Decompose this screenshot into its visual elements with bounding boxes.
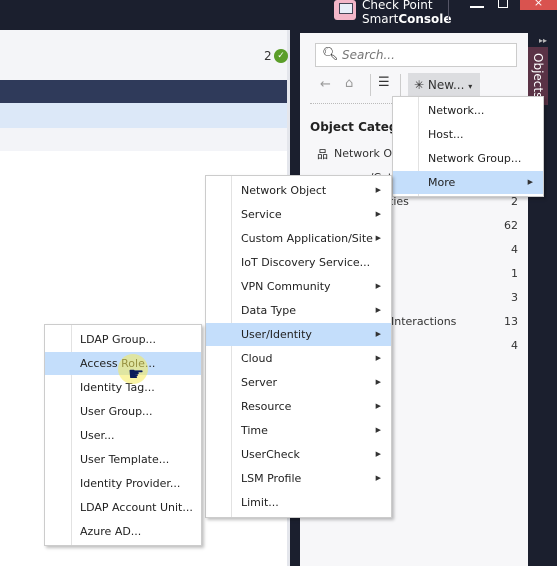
- menu-item[interactable]: Server ▶: [206, 371, 391, 394]
- menu-item[interactable]: Service ▶: [206, 203, 391, 226]
- menu-item[interactable]: Network...: [393, 99, 543, 122]
- divider: [448, 0, 449, 22]
- category-label: Interactions: [391, 315, 457, 328]
- menu-item[interactable]: IoT Discovery Service...: [206, 251, 391, 274]
- menu-item[interactable]: Azure AD...: [45, 520, 201, 543]
- checkpoint-logo-icon: [334, 0, 356, 20]
- restore-button[interactable]: [498, 0, 508, 8]
- category-count: 3: [511, 291, 518, 304]
- new-menu: Network... Host... Network Group... More ▶: [392, 96, 544, 197]
- menu-item[interactable]: UserCheck ▶: [206, 443, 391, 466]
- search-icon: 🔍︎: [322, 47, 339, 62]
- menu-item[interactable]: Network Group...: [393, 147, 543, 170]
- back-arrow-icon[interactable]: ←: [320, 77, 331, 92]
- table-row[interactable]: [0, 128, 287, 151]
- menu-item[interactable]: Network Object ▶: [206, 179, 391, 202]
- status-count: 2: [264, 49, 272, 63]
- menu-item[interactable]: Time ▶: [206, 419, 391, 442]
- submenu-arrow-icon: ▶: [375, 234, 381, 242]
- submenu-arrow-icon: ▶: [375, 330, 381, 338]
- menu-item[interactable]: User/Identity ▶: [206, 323, 391, 346]
- menu-item[interactable]: Custom Application/Site ▶: [206, 227, 391, 250]
- main-toolbar: 2 ✓: [0, 30, 288, 80]
- submenu-arrow-icon: ▶: [375, 474, 381, 482]
- submenu-arrow-icon: ▶: [375, 210, 381, 218]
- menu-item[interactable]: LDAP Group...: [45, 328, 201, 351]
- menu-item[interactable]: User...: [45, 424, 201, 447]
- menu-item[interactable]: LSM Profile ▶: [206, 467, 391, 490]
- hand-cursor-icon: ☛: [128, 364, 145, 385]
- category-count: 4: [511, 243, 518, 256]
- table-header: [0, 80, 287, 103]
- menu-item[interactable]: LDAP Account Unit...: [45, 496, 201, 519]
- menu-item[interactable]: Cloud ▶: [206, 347, 391, 370]
- search-input[interactable]: [342, 48, 512, 62]
- list-view-icon[interactable]: ☰: [378, 75, 390, 90]
- expand-icon[interactable]: ▸▸: [539, 36, 547, 45]
- new-object-button[interactable]: ✳ New... ▾: [408, 73, 480, 97]
- submenu-arrow-icon: ▶: [375, 282, 381, 290]
- new-star-icon: ✳: [414, 78, 428, 92]
- submenu-arrow-icon: ▶: [375, 306, 381, 314]
- submenu-arrow-icon: ▶: [527, 178, 533, 186]
- minimize-button[interactable]: [470, 6, 484, 8]
- check-icon: ✓: [274, 49, 288, 63]
- divider: [370, 74, 371, 96]
- table-row-selected[interactable]: [0, 103, 287, 128]
- search-box[interactable]: 🔍︎: [315, 43, 517, 67]
- category-count: 13: [504, 315, 518, 328]
- more-submenu: Network Object ▶ Service ▶ Custom Applicatio…: [205, 175, 392, 518]
- category-label: Network O: [334, 147, 393, 160]
- menu-item[interactable]: VPN Community ▶: [206, 275, 391, 298]
- submenu-arrow-icon: ▶: [375, 354, 381, 362]
- menu-item[interactable]: User Group...: [45, 400, 201, 423]
- menu-item[interactable]: Limit...: [206, 491, 391, 514]
- brand-line2: SmartConsole: [362, 12, 452, 26]
- submenu-arrow-icon: ▶: [375, 450, 381, 458]
- category-count: 62: [504, 219, 518, 232]
- menu-item[interactable]: Host...: [393, 123, 543, 146]
- submenu-arrow-icon: ▶: [375, 426, 381, 434]
- menu-item[interactable]: Data Type ▶: [206, 299, 391, 322]
- submenu-arrow-icon: ▶: [375, 378, 381, 386]
- category-count: 4: [511, 339, 518, 352]
- menu-item[interactable]: Resource ▶: [206, 395, 391, 418]
- home-icon[interactable]: ⌂: [345, 76, 353, 91]
- menu-item[interactable]: Identity Provider...: [45, 472, 201, 495]
- brand-line1: Check Point: [362, 0, 433, 12]
- submenu-arrow-icon: ▶: [375, 402, 381, 410]
- menu-item[interactable]: More ▶: [393, 171, 543, 194]
- category-count: 1: [511, 267, 518, 280]
- close-button[interactable]: ×: [520, 0, 557, 10]
- submenu-arrow-icon: ▶: [375, 186, 381, 194]
- divider: [400, 74, 401, 96]
- menu-item[interactable]: User Template...: [45, 448, 201, 471]
- title-bar: Check Point SmartConsole ×: [0, 0, 557, 30]
